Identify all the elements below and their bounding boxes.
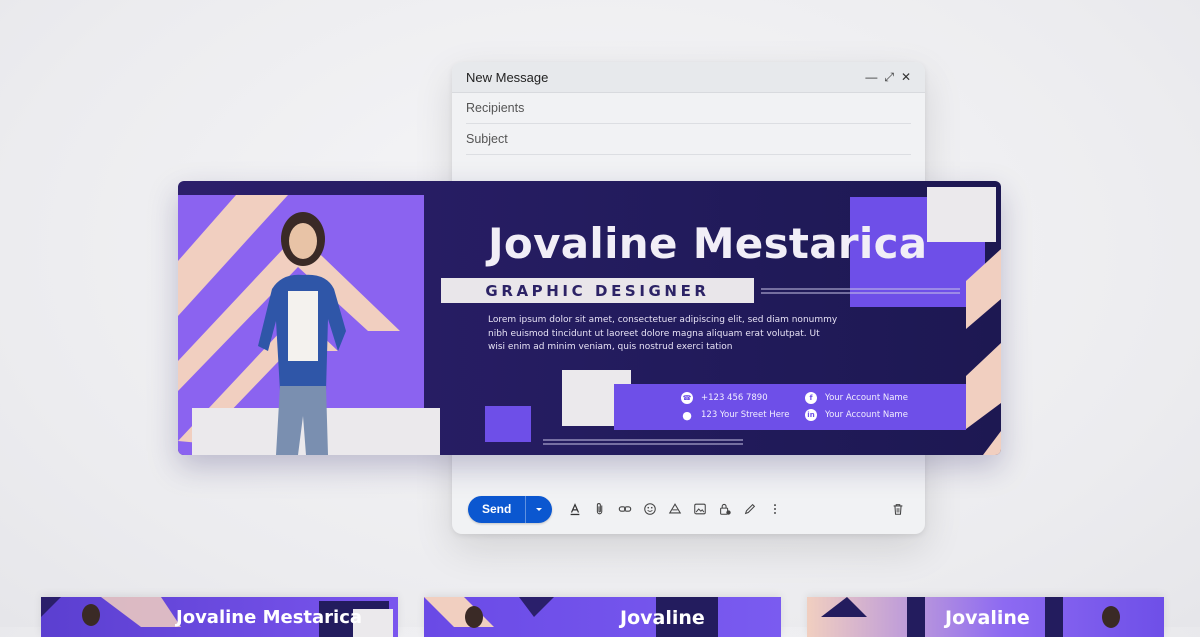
emoji-icon[interactable] xyxy=(639,498,661,520)
subject-field[interactable]: Subject xyxy=(466,124,911,155)
phone-text: +123 456 7890 xyxy=(701,393,768,403)
facebook-text: Your Account Name xyxy=(825,393,908,403)
image-icon[interactable] xyxy=(689,498,711,520)
send-button-group: Send xyxy=(468,495,553,523)
whatsapp-icon: ☎ xyxy=(681,392,693,404)
thumbnail-2[interactable]: Jovaline xyxy=(424,597,781,637)
contact-bar xyxy=(614,384,966,430)
attach-icon[interactable] xyxy=(589,498,611,520)
close-icon[interactable]: ✕ xyxy=(901,71,911,83)
contact-linkedin: in Your Account Name xyxy=(805,409,908,421)
address-text: 123 Your Street Here xyxy=(701,410,790,420)
linkedin-icon: in xyxy=(805,409,817,421)
signature-icon[interactable] xyxy=(739,498,761,520)
location-pin-icon: ● xyxy=(682,408,692,422)
recipients-placeholder: Recipients xyxy=(466,101,525,115)
recipients-field[interactable]: Recipients xyxy=(466,93,911,124)
compose-title: New Message xyxy=(466,69,549,85)
lock-icon[interactable] xyxy=(714,498,736,520)
signature-name: Jovaline Mestarica xyxy=(488,219,928,268)
contact-address: ● 123 Your Street Here xyxy=(681,408,790,422)
format-text-icon[interactable] xyxy=(564,498,586,520)
chevron-down-icon xyxy=(536,508,543,511)
expand-icon[interactable]: ⤢ xyxy=(884,71,894,83)
signature-description: Lorem ipsum dolor sit amet, consectetuer… xyxy=(488,315,838,352)
minimize-icon[interactable]: — xyxy=(865,71,877,83)
contact-phone: ☎ +123 456 7890 xyxy=(681,392,768,404)
signature-role: GRAPHIC DESIGNER xyxy=(485,281,710,300)
compose-titlebar: New Message — ⤢ ✕ xyxy=(452,62,925,93)
drive-icon[interactable] xyxy=(664,498,686,520)
thumbnail-2-decoration xyxy=(424,597,718,637)
more-icon[interactable] xyxy=(764,498,786,520)
compose-toolbar: Send xyxy=(452,484,925,534)
email-signature-banner: Jovaline Mestarica GRAPHIC DESIGNER Lore… xyxy=(178,181,1001,455)
linkedin-text: Your Account Name xyxy=(825,410,908,420)
send-button[interactable]: Send xyxy=(468,496,525,523)
thumbnail-2-name: Jovaline xyxy=(620,607,705,629)
thumbnail-3-name: Jovaline xyxy=(945,607,1030,629)
thumbnail-1-name: Jovaline Mestarica xyxy=(176,607,363,628)
trash-icon[interactable] xyxy=(887,498,909,520)
send-options-button[interactable] xyxy=(525,495,552,523)
facebook-icon: f xyxy=(805,392,817,404)
thumbnail-1[interactable]: Jovaline Mestarica xyxy=(41,597,398,637)
link-icon[interactable] xyxy=(614,498,636,520)
thumbnail-3[interactable]: Jovaline xyxy=(807,597,1164,637)
contact-facebook: f Your Account Name xyxy=(805,392,908,404)
role-banner: GRAPHIC DESIGNER xyxy=(441,278,754,303)
subject-placeholder: Subject xyxy=(466,132,508,146)
